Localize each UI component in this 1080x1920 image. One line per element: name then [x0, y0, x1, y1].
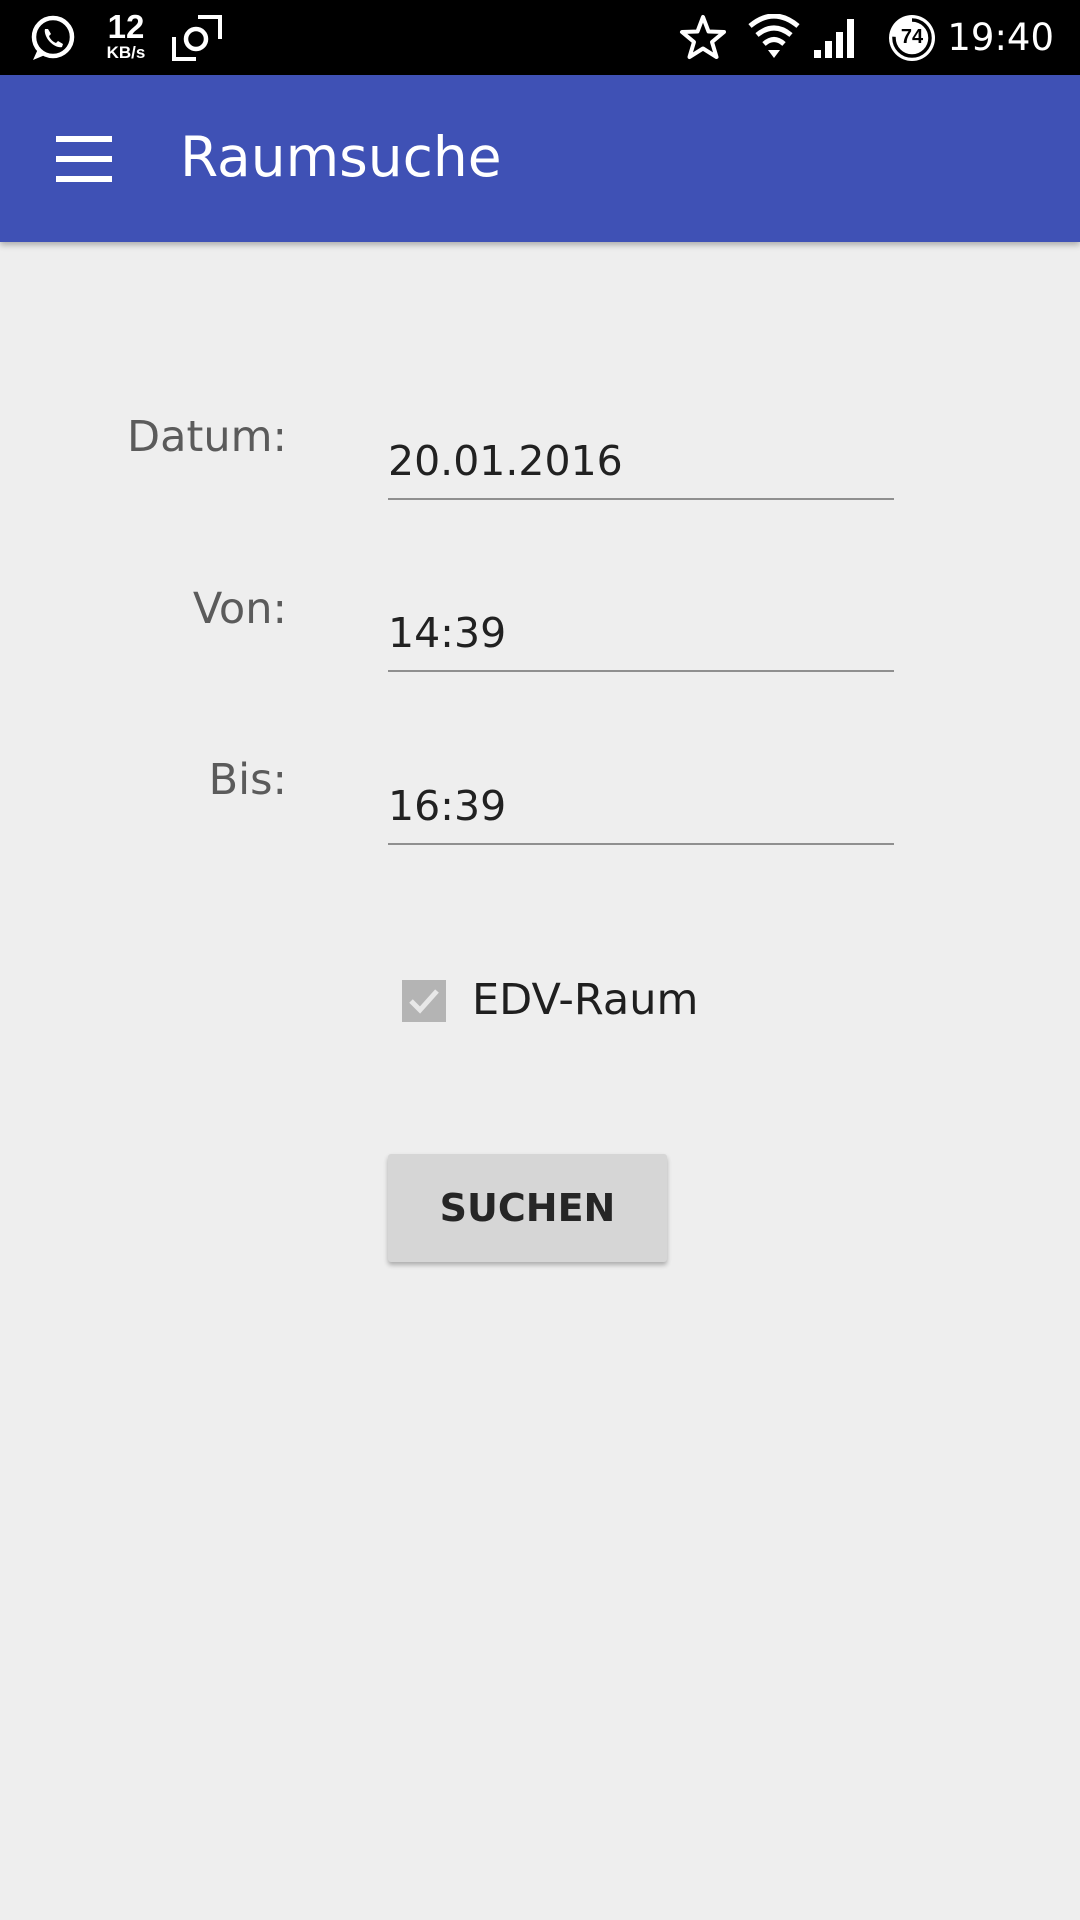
edv-room-checkbox[interactable]	[402, 980, 446, 1022]
to-time-field[interactable]: 16:39	[388, 773, 894, 845]
from-time-field[interactable]: 14:39	[388, 600, 894, 672]
status-bar: 12 KB/s 74 19:40	[0, 0, 1080, 75]
wifi-icon	[748, 13, 800, 60]
page-title: Raumsuche	[180, 125, 502, 189]
date-field[interactable]: 20.01.2016	[388, 428, 894, 500]
from-time-value: 14:39	[388, 609, 507, 657]
status-clock: 19:40	[947, 16, 1054, 59]
edv-room-label: EDV-Raum	[472, 975, 699, 1025]
date-value: 20.01.2016	[388, 437, 623, 485]
search-button[interactable]: SUCHEN	[388, 1154, 667, 1262]
menu-button[interactable]	[40, 116, 126, 202]
to-time-value: 16:39	[388, 782, 507, 830]
checkmark-icon	[409, 989, 439, 1014]
battery-level: 74	[900, 26, 924, 48]
screen-rotation-icon	[170, 15, 224, 61]
to-time-label: Bis:	[208, 755, 287, 805]
star-icon	[679, 14, 727, 60]
app-bar: Raumsuche	[0, 75, 1080, 242]
network-speed: 12 KB/s	[100, 10, 152, 61]
cell-signal-icon	[812, 14, 862, 60]
whatsapp-icon	[28, 14, 78, 64]
network-speed-unit: KB/s	[106, 43, 146, 62]
network-speed-value: 12	[107, 8, 145, 45]
date-label: Datum:	[127, 412, 287, 462]
from-time-label: Von:	[192, 584, 287, 634]
